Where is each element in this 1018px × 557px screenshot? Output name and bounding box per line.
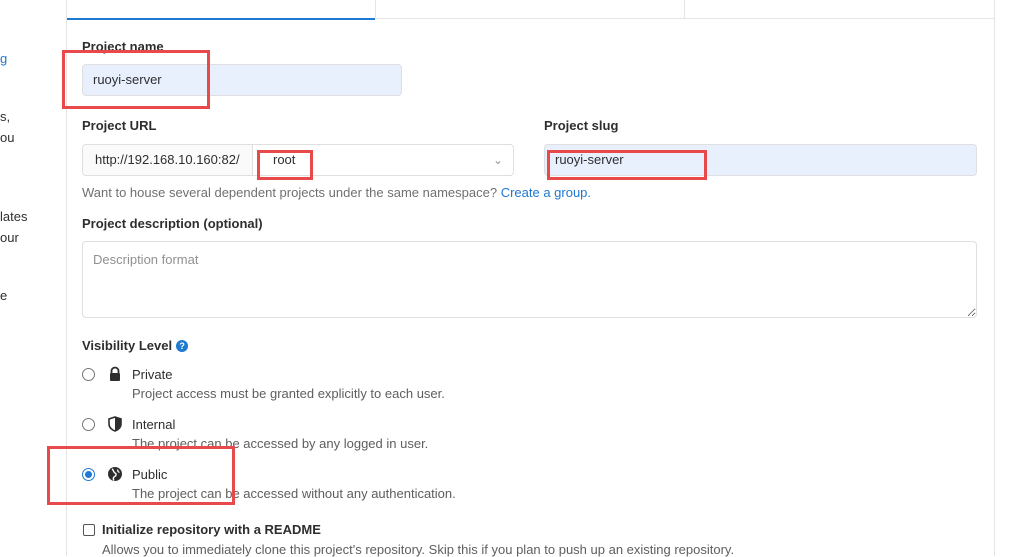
visibility-label: Visibility Level? xyxy=(82,338,189,353)
create-group-link[interactable]: Create a group. xyxy=(501,185,591,200)
sidebar-fragment: ou xyxy=(0,130,15,145)
readme-label[interactable]: Initialize repository with a README xyxy=(102,522,321,537)
chevron-down-icon[interactable]: ⌄ xyxy=(493,145,503,175)
sidebar-fragment: e xyxy=(0,288,8,303)
visibility-private-title[interactable]: Private xyxy=(132,367,172,382)
annotation-box xyxy=(47,446,235,505)
visibility-private-radio[interactable] xyxy=(82,368,95,381)
tab-blank-project[interactable] xyxy=(67,0,375,20)
sidebar-fragment: lates xyxy=(0,209,28,224)
tab-template[interactable] xyxy=(376,0,684,18)
project-tabs xyxy=(67,0,994,20)
description-textarea[interactable] xyxy=(82,241,977,318)
project-url-prefix: http://192.168.10.160:82/ xyxy=(83,145,253,175)
shield-icon xyxy=(108,416,122,432)
sidebar-fragment: our xyxy=(0,230,19,245)
annotation-box xyxy=(62,50,210,109)
readme-checkbox[interactable] xyxy=(83,524,95,536)
namespace-help: Want to house several dependent projects… xyxy=(82,185,591,200)
readme-desc: Allows you to immediately clone this pro… xyxy=(102,542,735,557)
sidebar-fragment: s, xyxy=(0,109,11,124)
namespace-help-text: Want to house several dependent projects… xyxy=(82,185,498,200)
visibility-label-text: Visibility Level xyxy=(82,338,173,353)
annotation-box xyxy=(547,150,707,180)
visibility-internal-radio[interactable] xyxy=(82,418,95,431)
question-circle-icon[interactable]: ? xyxy=(176,340,189,352)
sidebar-fragment[interactable]: g xyxy=(0,51,7,66)
project-slug-label: Project slug xyxy=(544,118,619,133)
annotation-box xyxy=(257,150,313,180)
tab-import[interactable] xyxy=(685,0,994,18)
description-label: Project description (optional) xyxy=(82,216,263,231)
visibility-private-desc: Project access must be granted explicitl… xyxy=(132,386,445,401)
project-url-label: Project URL xyxy=(82,118,157,133)
visibility-internal-title[interactable]: Internal xyxy=(132,417,175,432)
lock-icon xyxy=(110,366,120,381)
